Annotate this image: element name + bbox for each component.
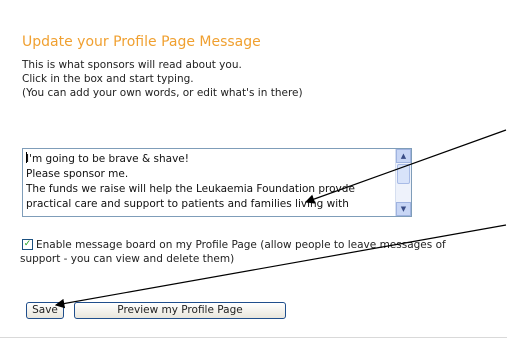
annotation-arrows [54, 129, 507, 309]
annotation-arrow-to-textarea [304, 129, 507, 204]
annotation-arrow-to-save [54, 224, 507, 309]
